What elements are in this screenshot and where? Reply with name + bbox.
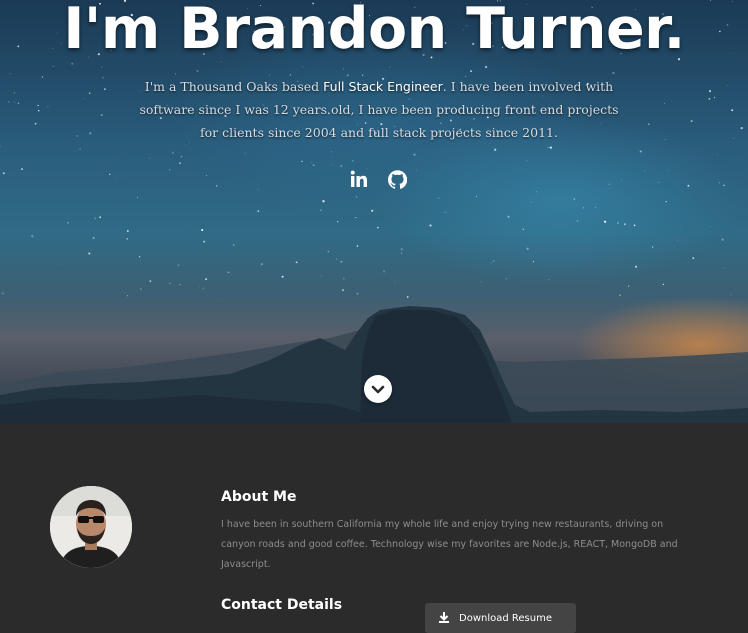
download-icon xyxy=(438,611,450,626)
hero-section: I'm Brandon Turner. I'm a Thousand Oaks … xyxy=(0,0,748,423)
intro-text-start: I'm a Thousand Oaks based xyxy=(144,79,324,94)
contact-heading: Contact Details xyxy=(221,597,343,613)
github-link[interactable] xyxy=(386,168,408,190)
about-section: About Me I have been in southern Califor… xyxy=(0,423,748,633)
intro-highlight: Full Stack Engineer xyxy=(323,79,443,94)
download-resume-label: Download Resume xyxy=(459,612,552,624)
mountain-silhouette xyxy=(0,306,748,423)
linkedin-link[interactable] xyxy=(348,168,370,190)
about-heading: About Me xyxy=(221,489,297,505)
profile-photo xyxy=(50,486,132,568)
intro-text: I'm a Thousand Oaks based Full Stack Eng… xyxy=(134,75,624,144)
page-title: I'm Brandon Turner. xyxy=(63,0,685,62)
avatar xyxy=(50,486,132,568)
scroll-down-button[interactable] xyxy=(364,375,392,403)
download-resume-button[interactable]: Download Resume xyxy=(425,603,576,633)
github-icon xyxy=(387,169,407,189)
about-body: I have been in southern California my wh… xyxy=(221,519,678,570)
chevron-down-icon xyxy=(371,380,385,399)
linkedin-icon xyxy=(350,170,368,188)
